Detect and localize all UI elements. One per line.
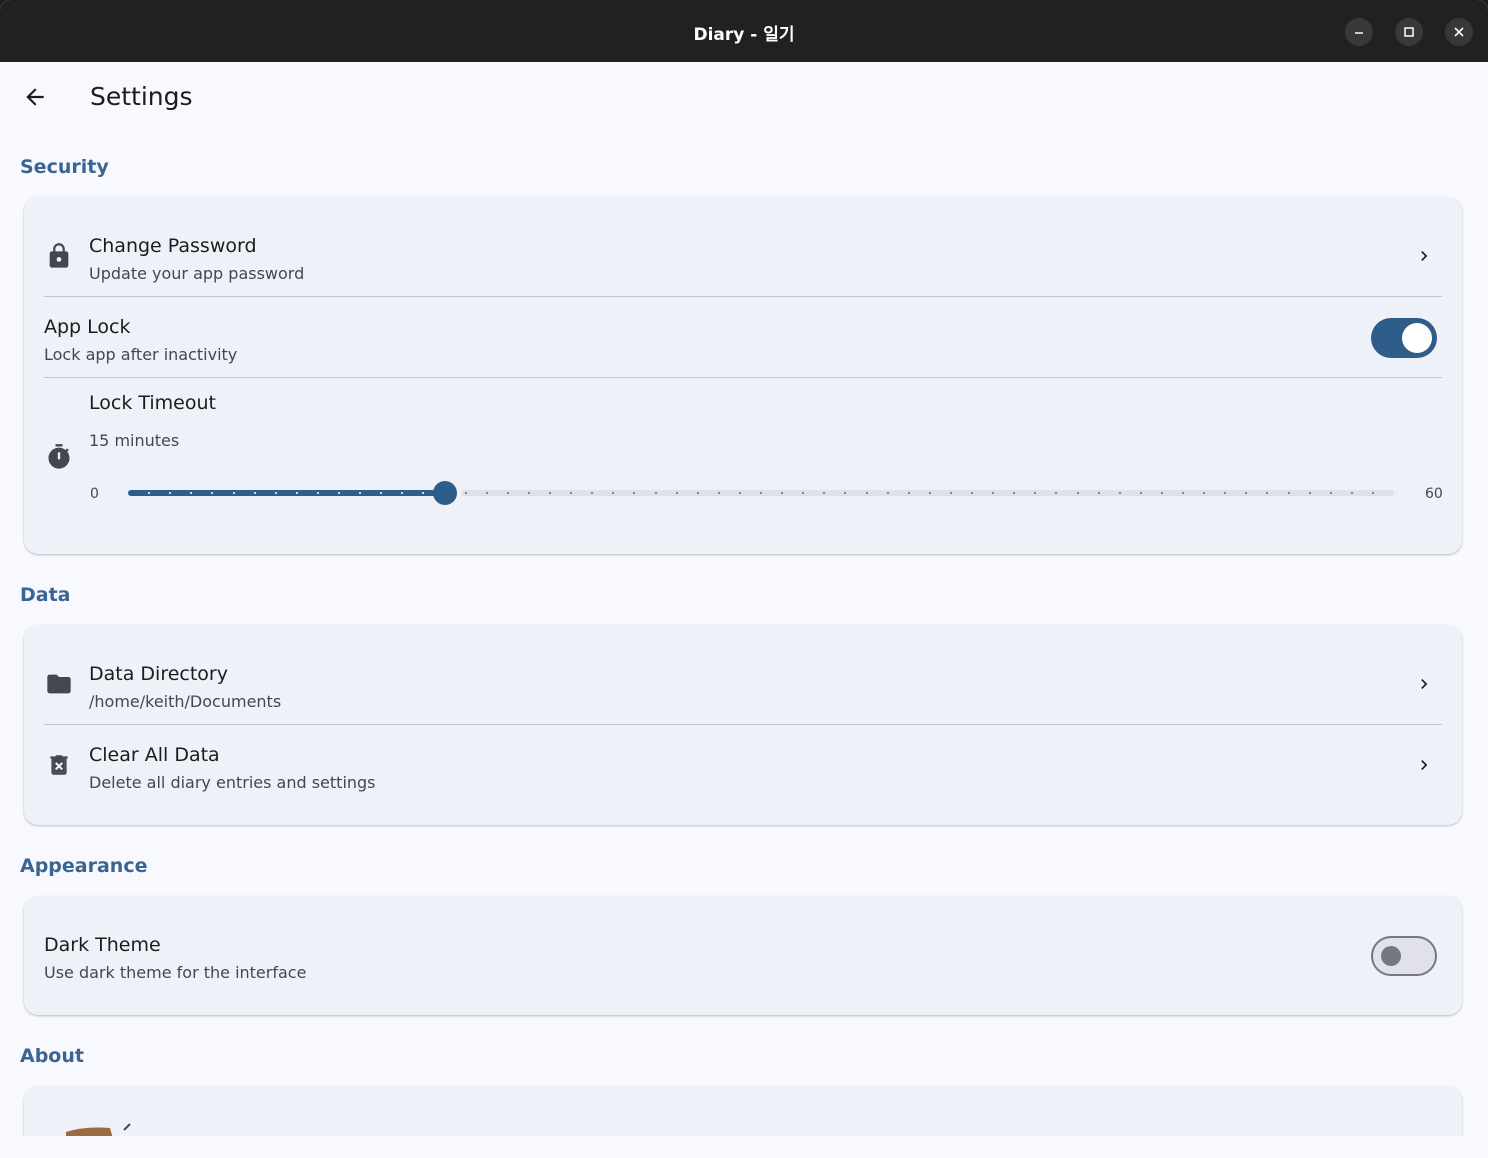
slider-tick [717, 492, 720, 494]
dark-theme-switch[interactable] [1371, 936, 1437, 976]
slider-tick [316, 492, 319, 494]
timer-icon [44, 442, 74, 472]
clear-all-data-title: Clear All Data [89, 744, 220, 766]
slider-tick [1097, 492, 1100, 494]
minimize-icon [1355, 32, 1363, 34]
section-title-appearance: Appearance [20, 855, 148, 877]
dark-theme-title: Dark Theme [44, 934, 161, 956]
slider-tick [886, 492, 889, 494]
slider-tick [1118, 492, 1121, 494]
page-title: Settings [90, 82, 193, 111]
close-button[interactable] [1445, 18, 1473, 46]
lock-timeout-slider[interactable] [128, 481, 1394, 505]
slider-tick [295, 492, 298, 494]
slider-tick [1287, 492, 1290, 494]
back-button[interactable] [14, 76, 56, 118]
data-directory-item[interactable]: Data Directory /home/keith/Documents [44, 625, 1442, 725]
app-lock-item[interactable]: App Lock Lock app after inactivity [44, 297, 1442, 378]
arrow-back-icon [26, 88, 44, 106]
slider-min-label: 0 [90, 486, 99, 502]
dark-theme-item[interactable]: Dark Theme Use dark theme for the interf… [44, 896, 1442, 1015]
slider-inactive-track [460, 490, 1394, 496]
data-directory-title: Data Directory [89, 663, 228, 685]
diary-app-icon [64, 1122, 134, 1136]
slider-tick [506, 492, 509, 494]
lock-timeout-title: Lock Timeout [89, 392, 216, 414]
slider-tick [1160, 492, 1163, 494]
section-title-data: Data [20, 584, 71, 606]
clear-all-data-item[interactable]: Clear All Data Delete all diary entries … [44, 725, 1442, 825]
lock-icon [44, 241, 74, 271]
slider-tick [675, 492, 678, 494]
slider-tick [907, 492, 910, 494]
slider-tick [654, 492, 657, 494]
slider-tick [1182, 492, 1184, 494]
chevron-right-icon [1421, 251, 1428, 261]
slider-tick [253, 492, 256, 494]
slider-tick [928, 492, 931, 494]
settings-page: Settings Security Change Password Update… [0, 62, 1488, 1136]
switch-knob [1402, 323, 1432, 353]
slider-tick [949, 492, 952, 494]
data-directory-path: /home/keith/Documents [89, 692, 282, 711]
slider-thumb[interactable] [432, 481, 457, 505]
minimize-button[interactable] [1345, 18, 1373, 46]
chevron-right-icon [1421, 679, 1428, 689]
folder-icon [44, 669, 74, 699]
lock-timeout-item: Lock Timeout 15 minutes [44, 378, 1442, 554]
slider-active-track [128, 490, 441, 496]
slider-tick [527, 492, 530, 494]
slider-tick [971, 492, 973, 494]
app-lock-switch[interactable] [1371, 318, 1437, 358]
clear-all-data-subtitle: Delete all diary entries and settings [89, 773, 376, 792]
chevron-right-icon [1421, 760, 1428, 770]
data-card: Data Directory /home/keith/Documents Cle… [24, 625, 1462, 825]
change-password-title: Change Password [89, 235, 257, 257]
lock-timeout-value: 15 minutes [89, 431, 180, 450]
slider-tick [274, 492, 277, 494]
change-password-subtitle: Update your app password [89, 264, 305, 283]
app-bar: Settings [0, 62, 1488, 132]
slider-tick [485, 492, 488, 494]
slider-max-label: 60 [1425, 486, 1443, 502]
switch-knob [1381, 946, 1401, 966]
app-lock-title: App Lock [44, 316, 131, 338]
slider-tick [1329, 492, 1332, 494]
close-icon [1454, 27, 1464, 37]
slider-tick [1139, 492, 1142, 494]
appearance-card: Dark Theme Use dark theme for the interf… [24, 896, 1462, 1015]
window-title: Diary - 일기 [693, 25, 795, 45]
section-title-security: Security [20, 156, 109, 178]
slider-tick [738, 492, 741, 494]
slider-tick [338, 492, 340, 494]
slider-tick [232, 492, 235, 494]
dark-theme-subtitle: Use dark theme for the interface [44, 963, 307, 982]
about-card [24, 1086, 1462, 1136]
app-window: Diary - 일기 Settings Security Change Pass… [0, 0, 1488, 1158]
slider-tick [1076, 492, 1079, 494]
slider-tick [696, 492, 699, 494]
slider-tick [760, 492, 762, 494]
delete-icon [44, 750, 74, 780]
change-password-item[interactable]: Change Password Update your app password [44, 197, 1442, 297]
app-lock-subtitle: Lock app after inactivity [44, 345, 238, 364]
maximize-button[interactable] [1395, 18, 1423, 46]
slider-tick [1308, 492, 1311, 494]
security-card: Change Password Update your app password… [24, 197, 1462, 554]
maximize-icon [1404, 27, 1414, 37]
slider-tick [1371, 492, 1374, 494]
section-title-about: About [20, 1045, 84, 1067]
slider-tick [865, 492, 868, 494]
slider-tick [1350, 492, 1353, 494]
slider-tick [549, 492, 551, 494]
title-bar: Diary - 일기 [0, 0, 1488, 62]
slider-tick [464, 492, 467, 494]
